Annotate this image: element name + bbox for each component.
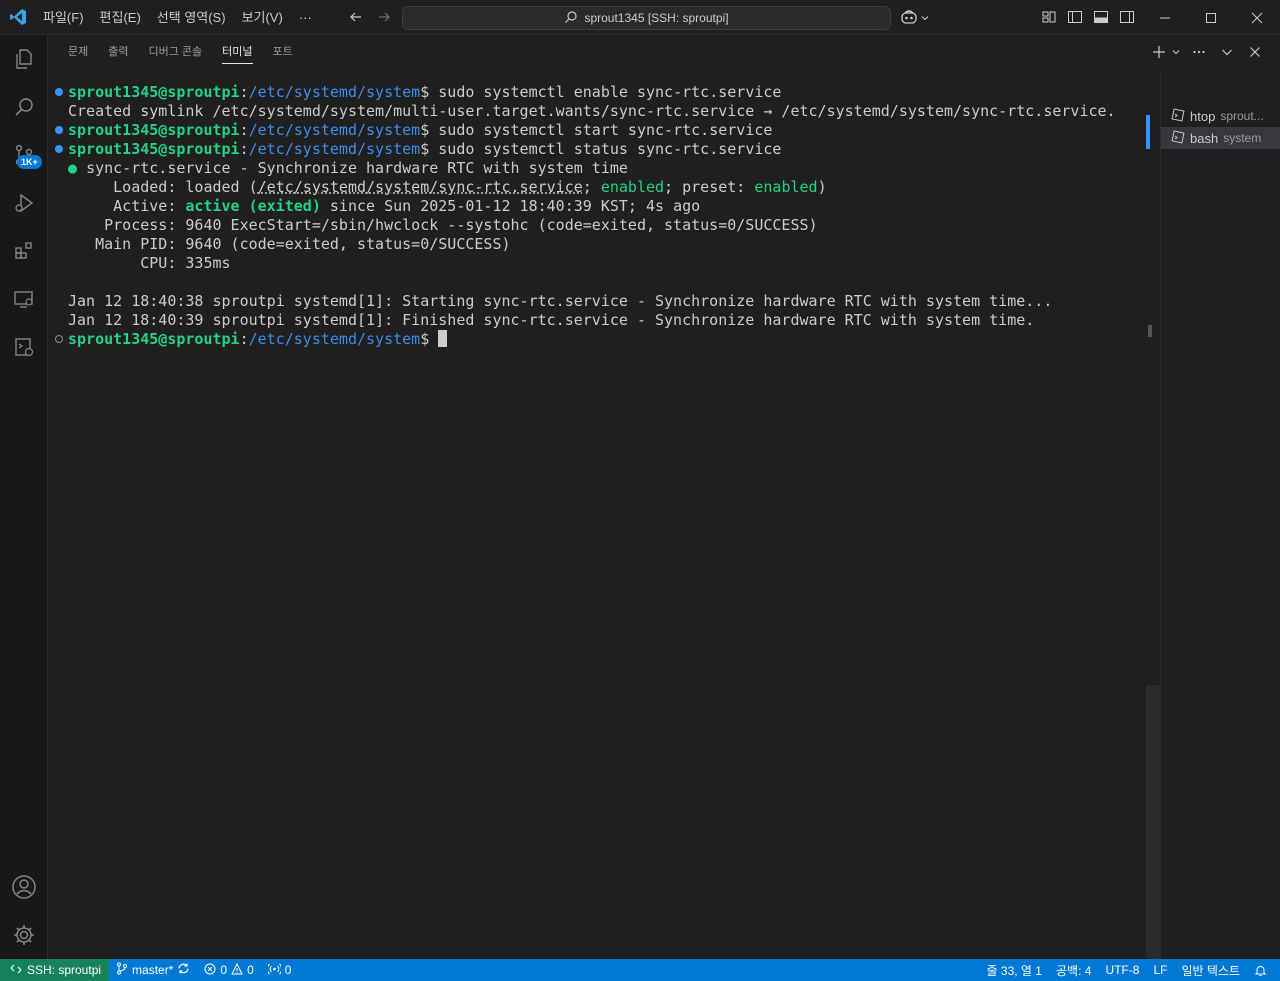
new-terminal-plus-icon[interactable] <box>1148 41 1170 63</box>
status-bar-right: 줄 33, 열 1 공백: 4 UTF-8 LF 일반 텍스트 <box>980 959 1274 981</box>
panel-tab-bar: 문제 출력 디버그 콘솔 터미널 포트 <box>58 35 303 69</box>
menu-view[interactable]: 보기(V) <box>234 0 291 35</box>
indentation-status[interactable]: 공백: 4 <box>1049 959 1098 981</box>
terminal-tab-htop[interactable]: htop sprout... <box>1161 105 1280 127</box>
terminal-cursor <box>438 330 448 347</box>
search-icon <box>564 10 578 27</box>
command-center-search[interactable]: sprout1345 [SSH: sproutpi] <box>402 6 891 30</box>
scrollbar-decoration <box>1148 325 1152 337</box>
terminal-tab-bash[interactable]: bash system <box>1161 127 1280 149</box>
command-pending-decoration-icon[interactable] <box>55 335 63 343</box>
menu-selection[interactable]: 선택 영역(S) <box>149 0 234 35</box>
command-success-decoration-icon[interactable] <box>55 88 63 96</box>
warning-icon <box>231 962 243 978</box>
toggle-secondary-sidebar-icon[interactable] <box>1116 5 1138 29</box>
ports-icon <box>266 963 282 978</box>
menu-bar: 파일(F) 편집(E) 선택 영역(S) 보기(V) ··· <box>35 0 320 35</box>
terminal-icon <box>1171 107 1185 125</box>
extensions-icon[interactable] <box>0 227 48 275</box>
cursor-position[interactable]: 줄 33, 열 1 <box>980 959 1049 981</box>
terminal-line: Active: active (exited) since Sun 2025-0… <box>68 197 701 215</box>
tab-terminal[interactable]: 터미널 <box>212 35 262 69</box>
notifications-bell-icon[interactable] <box>1247 959 1274 981</box>
eol-status[interactable]: LF <box>1146 959 1174 981</box>
terminal-line: Process: 9640 ExecStart=/sbin/hwclock --… <box>68 216 818 234</box>
menu-more[interactable]: ··· <box>291 0 320 35</box>
terminal-line: ● sync-rtc.service - Synchronize hardwar… <box>68 159 628 177</box>
toggle-primary-sidebar-icon[interactable] <box>1064 5 1086 29</box>
command-success-decoration-icon[interactable] <box>55 145 63 153</box>
navigation-arrows <box>344 5 396 29</box>
title-bar: 파일(F) 편집(E) 선택 영역(S) 보기(V) ··· sprout134… <box>0 0 1280 35</box>
terminal-icon <box>1171 129 1185 147</box>
terminal-tabs-list: htop sprout... bash system <box>1160 69 1280 959</box>
status-dot-icon: ● <box>68 159 78 177</box>
maximize-panel-chevron-icon[interactable] <box>1216 41 1238 63</box>
settings-gear-icon[interactable] <box>0 911 48 959</box>
layout-controls <box>1038 5 1138 29</box>
terminal-line: CPU: 335ms <box>68 254 231 272</box>
status-bar: SSH: sproutpi master* 0 0 0 줄 33, 열 1 공백… <box>0 959 1280 981</box>
tab-problems[interactable]: 문제 <box>58 35 98 69</box>
terminal-scrollbar-thumb[interactable] <box>1146 685 1160 959</box>
tab-output[interactable]: 출력 <box>98 35 138 69</box>
command-center-text: sprout1345 [SSH: sproutpi] <box>584 11 729 25</box>
forwarded-ports-status[interactable]: 0 <box>261 959 299 981</box>
terminal-line: sprout1345@sproutpi:/etc/systemd/system$… <box>68 140 782 158</box>
language-mode[interactable]: 일반 텍스트 <box>1174 959 1247 981</box>
back-arrow-icon[interactable] <box>344 5 368 29</box>
sync-icon[interactable] <box>177 962 190 978</box>
explorer-icon[interactable] <box>0 35 48 83</box>
customize-layout-icon[interactable] <box>1038 5 1060 29</box>
terminal-line: sprout1345@sproutpi:/etc/systemd/system$… <box>68 83 782 101</box>
git-branch-icon <box>116 962 128 978</box>
scrollbar-decoration <box>1146 115 1150 149</box>
encoding-status[interactable]: UTF-8 <box>1098 959 1146 981</box>
activity-bar: 1K+ <box>0 35 48 959</box>
close-panel-icon[interactable] <box>1244 41 1266 63</box>
menu-file[interactable]: 파일(F) <box>35 0 92 35</box>
maximize-icon[interactable] <box>1188 0 1234 35</box>
terminal-link[interactable]: /etc/systemd/system/sync-rtc.service <box>258 178 583 196</box>
command-success-decoration-icon[interactable] <box>55 126 63 134</box>
copilot-button[interactable] <box>900 6 930 30</box>
remote-icon <box>10 963 22 978</box>
toggle-panel-icon[interactable] <box>1090 5 1112 29</box>
account-icon[interactable] <box>0 863 48 911</box>
remote-explorer-icon[interactable] <box>0 275 48 323</box>
remote-indicator[interactable]: SSH: sproutpi <box>0 959 110 981</box>
window-controls <box>1142 0 1280 35</box>
terminal-line: Jan 12 18:40:39 sproutpi systemd[1]: Fin… <box>68 311 1035 329</box>
menu-edit[interactable]: 편집(E) <box>92 0 149 35</box>
copilot-icon <box>900 9 918 28</box>
minimize-icon[interactable] <box>1142 0 1188 35</box>
search-icon[interactable] <box>0 83 48 131</box>
remote-settings-icon[interactable] <box>0 323 48 371</box>
forward-arrow-icon[interactable] <box>372 5 396 29</box>
close-window-icon[interactable] <box>1234 0 1280 35</box>
error-icon <box>204 963 216 978</box>
chevron-down-icon <box>920 11 930 26</box>
terminal-prompt-line: sprout1345@sproutpi:/etc/systemd/system$ <box>68 330 448 349</box>
vscode-logo-icon <box>0 0 35 35</box>
terminal-line: sprout1345@sproutpi:/etc/systemd/system$… <box>68 121 773 139</box>
run-debug-icon[interactable] <box>0 179 48 227</box>
source-control-badge: 1K+ <box>17 155 42 169</box>
panel-actions <box>1148 41 1266 63</box>
chevron-down-icon[interactable] <box>1170 41 1182 63</box>
terminal-panel: 문제 출력 디버그 콘솔 터미널 포트 sprout1345@sproutpi:… <box>48 35 1280 959</box>
terminal-output[interactable]: sprout1345@sproutpi:/etc/systemd/system$… <box>48 83 1148 959</box>
tab-ports[interactable]: 포트 <box>263 35 303 69</box>
terminal-line: Jan 12 18:40:38 sproutpi systemd[1]: Sta… <box>68 292 1053 310</box>
terminal-line: Main PID: 9640 (code=exited, status=0/SU… <box>68 235 511 253</box>
more-actions-icon[interactable] <box>1188 41 1210 63</box>
problems-status[interactable]: 0 0 <box>197 959 260 981</box>
git-branch-status[interactable]: master* <box>109 959 197 981</box>
terminal-line: Loaded: loaded (/etc/systemd/system/sync… <box>68 178 827 196</box>
tab-debug-console[interactable]: 디버그 콘솔 <box>139 35 213 69</box>
terminal-line: Created symlink /etc/systemd/system/mult… <box>68 102 1116 120</box>
